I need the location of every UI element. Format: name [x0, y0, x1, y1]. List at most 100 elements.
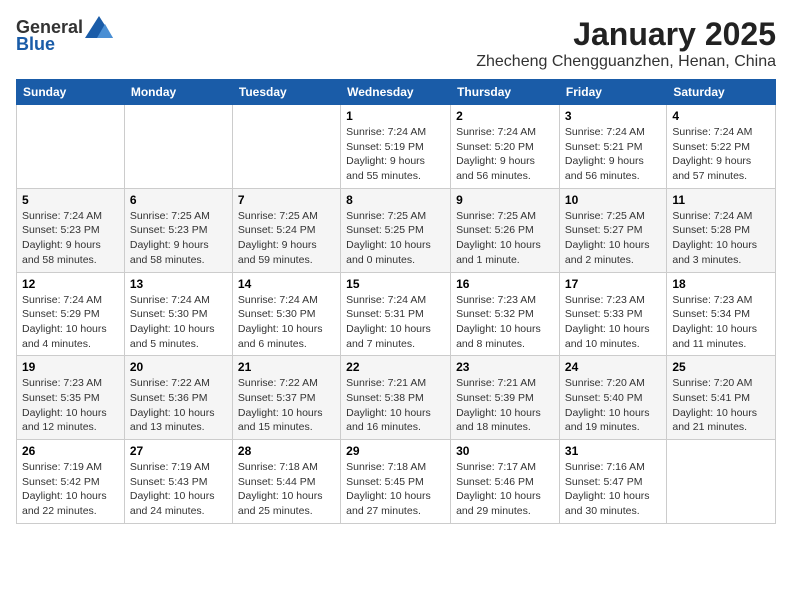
calendar-header-row: Sunday Monday Tuesday Wednesday Thursday… — [17, 80, 776, 105]
calendar-week-row: 12Sunrise: 7:24 AM Sunset: 5:29 PM Dayli… — [17, 272, 776, 356]
col-thursday: Thursday — [451, 80, 560, 105]
day-info: Sunrise: 7:24 AM Sunset: 5:29 PM Dayligh… — [22, 293, 119, 352]
table-row: 31 Sunrise: 7:16 AM Sunset: 5:47 PM Dayli… — [559, 440, 666, 524]
calendar-week-row: 5 Sunrise: 7:24 AM Sunset: 5:23 PM Daylig… — [17, 188, 776, 272]
day-number: 6 — [130, 193, 227, 207]
header: General Blue January 2025 Zhecheng Cheng… — [16, 16, 776, 71]
day-number: 5 — [22, 193, 119, 207]
day-number: 21 — [238, 360, 335, 374]
table-row: 14 Sunrise: 7:24 AM Sunset: 5:30 PM Dayli… — [232, 272, 340, 356]
day-number: 14 — [238, 277, 335, 291]
day-number: 2 — [456, 109, 554, 123]
logo-icon — [85, 16, 113, 38]
day-info: Sunrise: 7:24 AM Sunset: 5:31 PM Dayligh… — [346, 293, 445, 352]
day-info: Sunrise: 7:24 AM Sunset: 5:30 PM Dayligh… — [130, 293, 227, 352]
col-sunday: Sunday — [17, 80, 125, 105]
day-number: 3 — [565, 109, 661, 123]
day-number: 1 — [346, 109, 445, 123]
table-row: 20 Sunrise: 7:22 AM Sunset: 5:36 PM Dayli… — [124, 356, 232, 440]
day-number: 4 — [672, 109, 770, 123]
day-info: Sunrise: 7:16 AM Sunset: 5:47 PM Dayligh… — [565, 460, 661, 519]
day-info: Sunrise: 7:21 AM Sunset: 5:38 PM Dayligh… — [346, 376, 445, 435]
day-number: 19 — [22, 360, 119, 374]
calendar-week-row: 19 Sunrise: 7:23 AM Sunset: 5:35 PM Dayli… — [17, 356, 776, 440]
day-number: 10 — [565, 193, 661, 207]
day-number: 28 — [238, 444, 335, 458]
calendar-week-row: 1 Sunrise: 7:24 AM Sunset: 5:19 PM Daylig… — [17, 105, 776, 189]
day-info: Sunrise: 7:24 AM Sunset: 5:20 PM Dayligh… — [456, 125, 554, 184]
day-number: 15 — [346, 277, 445, 291]
day-info: Sunrise: 7:25 AM Sunset: 5:25 PM Dayligh… — [346, 209, 445, 268]
day-info: Sunrise: 7:24 AM Sunset: 5:21 PM Dayligh… — [565, 125, 661, 184]
table-row: 16 Sunrise: 7:23 AM Sunset: 5:32 PM Dayli… — [451, 272, 560, 356]
table-row: 13 Sunrise: 7:24 AM Sunset: 5:30 PM Dayli… — [124, 272, 232, 356]
table-row — [124, 105, 232, 189]
calendar-week-row: 26Sunrise: 7:19 AM Sunset: 5:42 PM Dayli… — [17, 440, 776, 524]
day-info: Sunrise: 7:23 AM Sunset: 5:32 PM Dayligh… — [456, 293, 554, 352]
title-area: January 2025 Zhecheng Chengguanzhen, Hen… — [476, 16, 776, 71]
table-row: 25Sunrise: 7:20 AM Sunset: 5:41 PM Dayli… — [667, 356, 776, 440]
day-number: 30 — [456, 444, 554, 458]
table-row: 5 Sunrise: 7:24 AM Sunset: 5:23 PM Daylig… — [17, 188, 125, 272]
col-friday: Friday — [559, 80, 666, 105]
table-row: 19 Sunrise: 7:23 AM Sunset: 5:35 PM Dayli… — [17, 356, 125, 440]
table-row — [17, 105, 125, 189]
day-info: Sunrise: 7:24 AM Sunset: 5:23 PM Dayligh… — [22, 209, 119, 268]
day-info: Sunrise: 7:22 AM Sunset: 5:36 PM Dayligh… — [130, 376, 227, 435]
day-info: Sunrise: 7:25 AM Sunset: 5:23 PM Dayligh… — [130, 209, 227, 268]
day-info: Sunrise: 7:24 AM Sunset: 5:30 PM Dayligh… — [238, 293, 335, 352]
day-number: 18 — [672, 277, 770, 291]
day-number: 20 — [130, 360, 227, 374]
day-info: Sunrise: 7:23 AM Sunset: 5:35 PM Dayligh… — [22, 376, 119, 435]
table-row: 17Sunrise: 7:23 AM Sunset: 5:33 PM Dayli… — [559, 272, 666, 356]
day-number: 24 — [565, 360, 661, 374]
table-row: 1 Sunrise: 7:24 AM Sunset: 5:19 PM Daylig… — [341, 105, 451, 189]
day-number: 13 — [130, 277, 227, 291]
table-row: 10Sunrise: 7:25 AM Sunset: 5:27 PM Dayli… — [559, 188, 666, 272]
day-number: 16 — [456, 277, 554, 291]
day-number: 27 — [130, 444, 227, 458]
table-row: 28 Sunrise: 7:18 AM Sunset: 5:44 PM Dayli… — [232, 440, 340, 524]
logo: General Blue — [16, 16, 113, 55]
day-info: Sunrise: 7:24 AM Sunset: 5:22 PM Dayligh… — [672, 125, 770, 184]
day-number: 23 — [456, 360, 554, 374]
table-row: 24 Sunrise: 7:20 AM Sunset: 5:40 PM Dayli… — [559, 356, 666, 440]
table-row: 29Sunrise: 7:18 AM Sunset: 5:45 PM Dayli… — [341, 440, 451, 524]
day-info: Sunrise: 7:25 AM Sunset: 5:26 PM Dayligh… — [456, 209, 554, 268]
table-row: 22 Sunrise: 7:21 AM Sunset: 5:38 PM Dayli… — [341, 356, 451, 440]
table-row: 8 Sunrise: 7:25 AM Sunset: 5:25 PM Daylig… — [341, 188, 451, 272]
day-info: Sunrise: 7:19 AM Sunset: 5:43 PM Dayligh… — [130, 460, 227, 519]
calendar: Sunday Monday Tuesday Wednesday Thursday… — [16, 79, 776, 524]
table-row: 30 Sunrise: 7:17 AM Sunset: 5:46 PM Dayli… — [451, 440, 560, 524]
day-number: 29 — [346, 444, 445, 458]
day-number: 17 — [565, 277, 661, 291]
day-number: 22 — [346, 360, 445, 374]
table-row: 23 Sunrise: 7:21 AM Sunset: 5:39 PM Dayli… — [451, 356, 560, 440]
day-info: Sunrise: 7:18 AM Sunset: 5:44 PM Dayligh… — [238, 460, 335, 519]
col-monday: Monday — [124, 80, 232, 105]
table-row: 3 Sunrise: 7:24 AM Sunset: 5:21 PM Daylig… — [559, 105, 666, 189]
day-info: Sunrise: 7:22 AM Sunset: 5:37 PM Dayligh… — [238, 376, 335, 435]
table-row — [667, 440, 776, 524]
day-number: 31 — [565, 444, 661, 458]
table-row: 7 Sunrise: 7:25 AM Sunset: 5:24 PM Daylig… — [232, 188, 340, 272]
table-row: 9Sunrise: 7:25 AM Sunset: 5:26 PM Daylig… — [451, 188, 560, 272]
table-row: 12Sunrise: 7:24 AM Sunset: 5:29 PM Dayli… — [17, 272, 125, 356]
table-row: 4 Sunrise: 7:24 AM Sunset: 5:22 PM Daylig… — [667, 105, 776, 189]
day-number: 26 — [22, 444, 119, 458]
table-row: 26Sunrise: 7:19 AM Sunset: 5:42 PM Dayli… — [17, 440, 125, 524]
day-number: 8 — [346, 193, 445, 207]
day-number: 7 — [238, 193, 335, 207]
day-info: Sunrise: 7:17 AM Sunset: 5:46 PM Dayligh… — [456, 460, 554, 519]
logo-text-blue: Blue — [16, 34, 55, 55]
day-info: Sunrise: 7:23 AM Sunset: 5:34 PM Dayligh… — [672, 293, 770, 352]
day-number: 25 — [672, 360, 770, 374]
location-title: Zhecheng Chengguanzhen, Henan, China — [476, 53, 776, 71]
day-info: Sunrise: 7:20 AM Sunset: 5:40 PM Dayligh… — [565, 376, 661, 435]
day-info: Sunrise: 7:24 AM Sunset: 5:28 PM Dayligh… — [672, 209, 770, 268]
day-info: Sunrise: 7:25 AM Sunset: 5:24 PM Dayligh… — [238, 209, 335, 268]
day-info: Sunrise: 7:24 AM Sunset: 5:19 PM Dayligh… — [346, 125, 445, 184]
month-title: January 2025 — [476, 16, 776, 53]
day-info: Sunrise: 7:21 AM Sunset: 5:39 PM Dayligh… — [456, 376, 554, 435]
table-row: 21 Sunrise: 7:22 AM Sunset: 5:37 PM Dayli… — [232, 356, 340, 440]
